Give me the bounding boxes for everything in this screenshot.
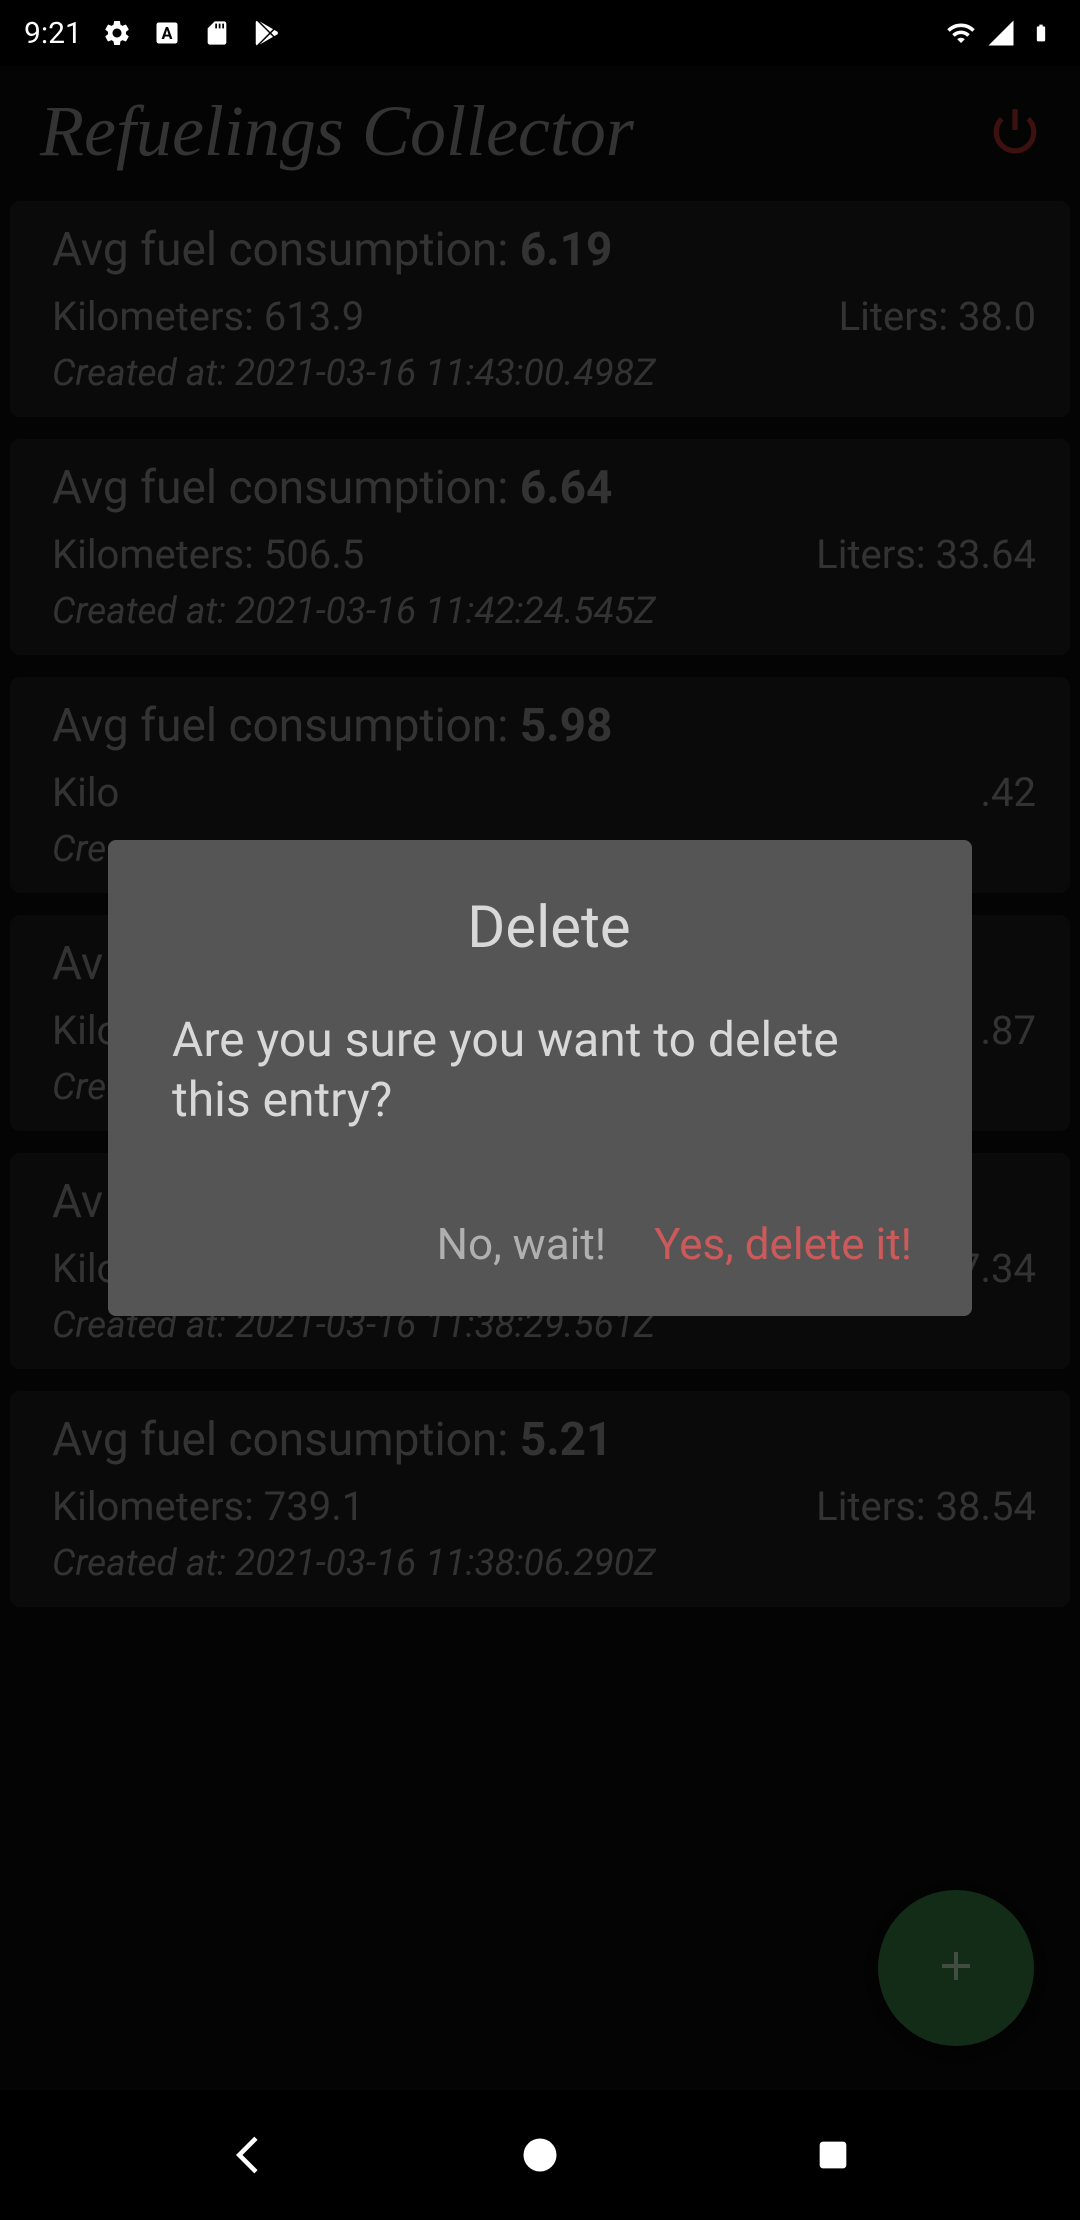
sd-card-icon: [202, 18, 232, 48]
recents-button[interactable]: [803, 2125, 863, 2185]
signal-icon: [986, 18, 1016, 48]
dialog-backdrop[interactable]: Delete Are you sure you want to delete t…: [0, 66, 1080, 2090]
svg-text:A: A: [161, 24, 172, 43]
app-content: Refuelings Collector Avg fuel consumptio…: [0, 66, 1080, 2090]
wifi-icon: [946, 18, 976, 48]
battery-icon: [1026, 18, 1056, 48]
play-store-icon: [252, 18, 282, 48]
settings-icon: [102, 18, 132, 48]
back-button[interactable]: [217, 2125, 277, 2185]
app-icon-a: A: [152, 18, 182, 48]
status-bar: 9:21 A: [0, 0, 1080, 66]
cancel-button[interactable]: No, wait!: [437, 1218, 607, 1270]
dialog-message: Are you sure you want to delete this ent…: [172, 1010, 926, 1130]
status-left: 9:21 A: [24, 16, 282, 51]
status-right: [946, 18, 1056, 48]
dialog-title: Delete: [172, 894, 926, 962]
dialog-actions: No, wait! Yes, delete it!: [172, 1218, 926, 1296]
status-time: 9:21: [24, 16, 82, 51]
home-button[interactable]: [510, 2125, 570, 2185]
confirm-delete-button[interactable]: Yes, delete it!: [654, 1218, 912, 1270]
delete-dialog: Delete Are you sure you want to delete t…: [108, 840, 972, 1316]
navigation-bar: [0, 2090, 1080, 2220]
